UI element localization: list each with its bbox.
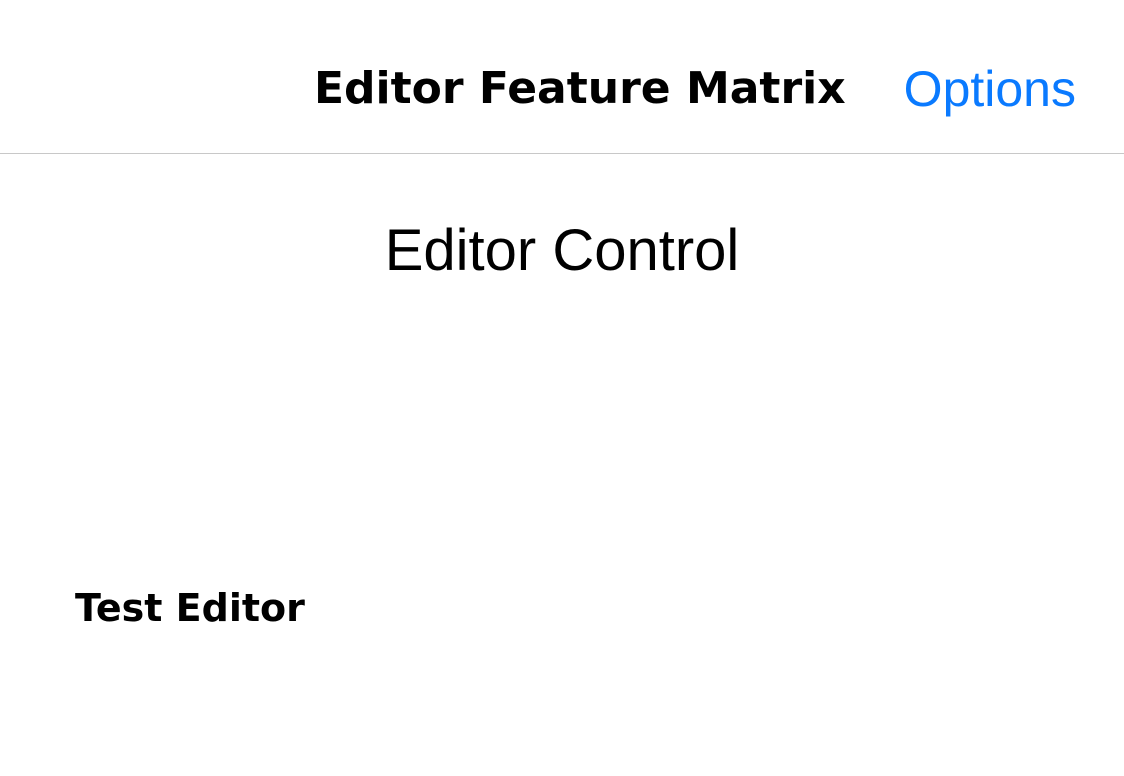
test-editor-area[interactable] xyxy=(75,640,1075,760)
editor-label: Test Editor xyxy=(75,586,305,630)
section-heading: Editor Control xyxy=(384,218,740,283)
options-button[interactable]: Options xyxy=(904,58,1076,120)
page-title: Editor Feature Matrix xyxy=(314,63,846,114)
navigation-bar: Editor Feature Matrix Options xyxy=(0,0,1124,154)
